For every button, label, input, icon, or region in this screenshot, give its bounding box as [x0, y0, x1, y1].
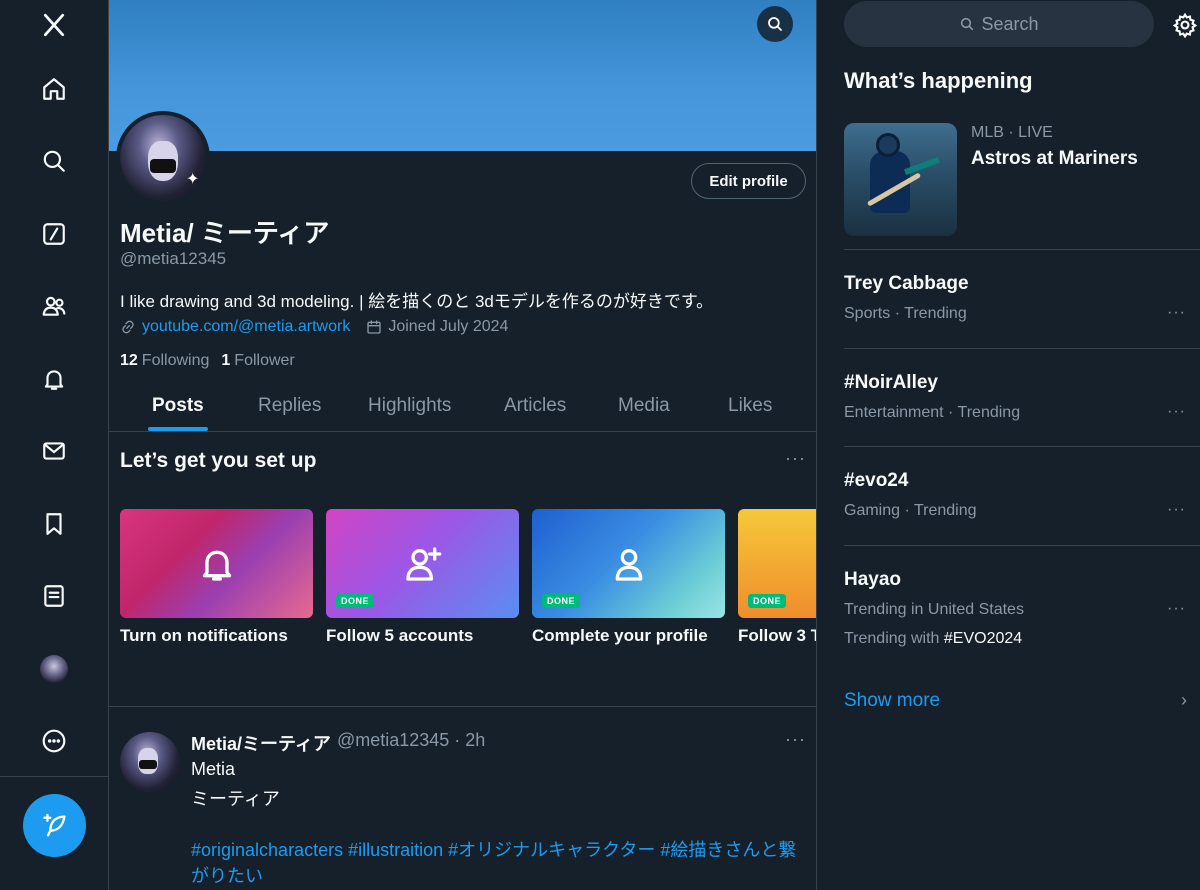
post-text-line: ミーティア — [191, 789, 280, 809]
trend-divider — [844, 545, 1200, 546]
trend-title[interactable]: Hayao — [844, 569, 901, 591]
setup-card-follow-topics[interactable]: DONE — [738, 509, 816, 618]
whats-happening-title: What’s happening — [844, 68, 1033, 93]
profile-banner — [109, 0, 816, 151]
feed-divider — [109, 706, 816, 707]
following-link[interactable]: 12 Following — [120, 352, 209, 370]
setup-card-follow-accounts[interactable]: DONE — [326, 509, 519, 618]
profile-meta-row: youtube.com/@metia.artwork Joined July 2… — [120, 318, 508, 336]
trend-meta: Sports · Trending — [844, 305, 967, 322]
chevron-right-icon: › — [1181, 690, 1187, 710]
communities-icon[interactable] — [36, 288, 72, 324]
calendar-icon — [367, 320, 381, 334]
profile-handle: @metia12345 — [120, 249, 227, 268]
bookmarks-icon[interactable] — [36, 506, 72, 542]
post-text-line: Metia — [191, 759, 236, 779]
setup-card-label: Turn on notifications — [120, 626, 288, 645]
grok-icon[interactable] — [36, 216, 72, 252]
trend-meta: Gaming · Trending — [844, 502, 977, 519]
link-icon — [122, 320, 134, 334]
messages-mail-icon[interactable] — [36, 433, 72, 469]
post-header: Metia/ミーティア @metia12345 · 2h — [191, 730, 485, 756]
trend-divider — [844, 249, 1200, 250]
post-hashtags[interactable]: #originalcharacters #illustraition #オリジナ… — [191, 837, 811, 889]
show-more-link[interactable]: Show more — [844, 690, 940, 712]
trend-divider — [844, 446, 1200, 447]
profile-main-column: ✦ Edit profile Metia/ ミーティア @metia12345 … — [109, 0, 817, 890]
notifications-bell-icon[interactable] — [36, 361, 72, 397]
search-placeholder: Search — [981, 13, 1039, 34]
mlb-live-meta: MLB · LIVE — [971, 124, 1053, 141]
trend-meta: Entertainment · Trending — [844, 404, 1021, 421]
follow-counts: 12 Following 1 Follower — [120, 352, 307, 370]
trend-title[interactable]: Trey Cabbage — [844, 273, 969, 295]
tab-likes[interactable]: Likes — [728, 380, 772, 431]
trend-extra: Trending with #EVO2024 — [844, 630, 1023, 647]
mlb-game-thumbnail[interactable] — [844, 123, 957, 236]
more-circle-icon[interactable] — [36, 723, 72, 759]
trend-title[interactable]: #evo24 — [844, 470, 908, 492]
tab-replies[interactable]: Replies — [258, 380, 321, 431]
explore-search-icon[interactable] — [36, 143, 72, 179]
post-author-avatar[interactable] — [120, 732, 180, 792]
search-icon — [768, 17, 782, 31]
done-badge: DONE — [336, 594, 375, 608]
edit-profile-button[interactable]: Edit profile — [691, 163, 806, 199]
trend-more-button[interactable]: ··· — [1167, 501, 1186, 519]
followers-link[interactable]: 1 Follower — [221, 352, 294, 370]
trend-more-button[interactable]: ··· — [1167, 403, 1186, 421]
post-more-button[interactable]: ··· — [785, 729, 806, 750]
profile-avatar[interactable]: ✦ — [116, 111, 210, 205]
profile-website-link[interactable]: youtube.com/@metia.artwork — [142, 318, 350, 336]
profile-bio: I like drawing and 3d modeling. | 絵を描くのと… — [120, 292, 714, 311]
setup-card-complete-profile[interactable]: DONE — [532, 509, 725, 618]
profile-joined-date: Joined July 2024 — [388, 318, 509, 335]
tab-media[interactable]: Media — [618, 380, 670, 431]
done-badge: DONE — [748, 594, 787, 608]
user-icon — [615, 548, 642, 581]
compose-post-button[interactable] — [23, 794, 86, 857]
search-icon — [961, 17, 974, 31]
setup-card-notifications[interactable] — [120, 509, 313, 618]
trend-more-button[interactable]: ··· — [1167, 304, 1186, 322]
tab-posts[interactable]: Posts — [152, 380, 204, 431]
setup-more-button[interactable]: ··· — [785, 448, 806, 469]
setup-card-label: Complete your profile — [532, 626, 708, 645]
lists-icon[interactable] — [36, 578, 72, 614]
trend-divider — [844, 348, 1200, 349]
bell-icon — [202, 550, 231, 581]
setup-card-label: Follow 5 accounts — [326, 626, 474, 645]
tab-articles[interactable]: Articles — [504, 380, 566, 431]
nav-divider — [0, 776, 108, 777]
tab-highlights[interactable]: Highlights — [368, 380, 451, 431]
search-input[interactable]: Search — [844, 1, 1154, 47]
banner-search-button[interactable] — [757, 6, 793, 42]
post-author-name[interactable]: Metia/ミーティア — [191, 730, 331, 756]
setup-section-title: Let’s get you set up — [120, 449, 317, 472]
post-author-handle-time: @metia12345 · 2h — [336, 730, 486, 750]
settings-gear-icon[interactable] — [1172, 12, 1198, 39]
done-badge: DONE — [542, 594, 581, 608]
feather-plus-icon — [42, 813, 65, 836]
mlb-game-title[interactable]: Astros at Mariners — [971, 148, 1138, 170]
left-nav — [0, 0, 109, 890]
active-tab-indicator — [148, 427, 208, 431]
trend-extra-tag[interactable]: #EVO2024 — [944, 630, 1022, 647]
x-logo-icon[interactable] — [36, 7, 72, 43]
trend-more-button[interactable]: ··· — [1167, 600, 1186, 618]
trend-meta: Trending in United States — [844, 601, 1024, 618]
trend-title[interactable]: #NoirAlley — [844, 372, 938, 394]
profile-nav-avatar[interactable] — [40, 655, 68, 683]
user-plus-icon — [405, 546, 441, 581]
setup-card-label: Follow 3 T — [738, 626, 817, 645]
right-sidebar: Search What’s happening MLB · LIVE Astro… — [817, 0, 1200, 890]
profile-display-name: Metia/ ミーティア — [120, 218, 330, 248]
home-icon[interactable] — [36, 71, 72, 107]
profile-tabs: Posts Replies Highlights Articles Media … — [109, 380, 816, 432]
